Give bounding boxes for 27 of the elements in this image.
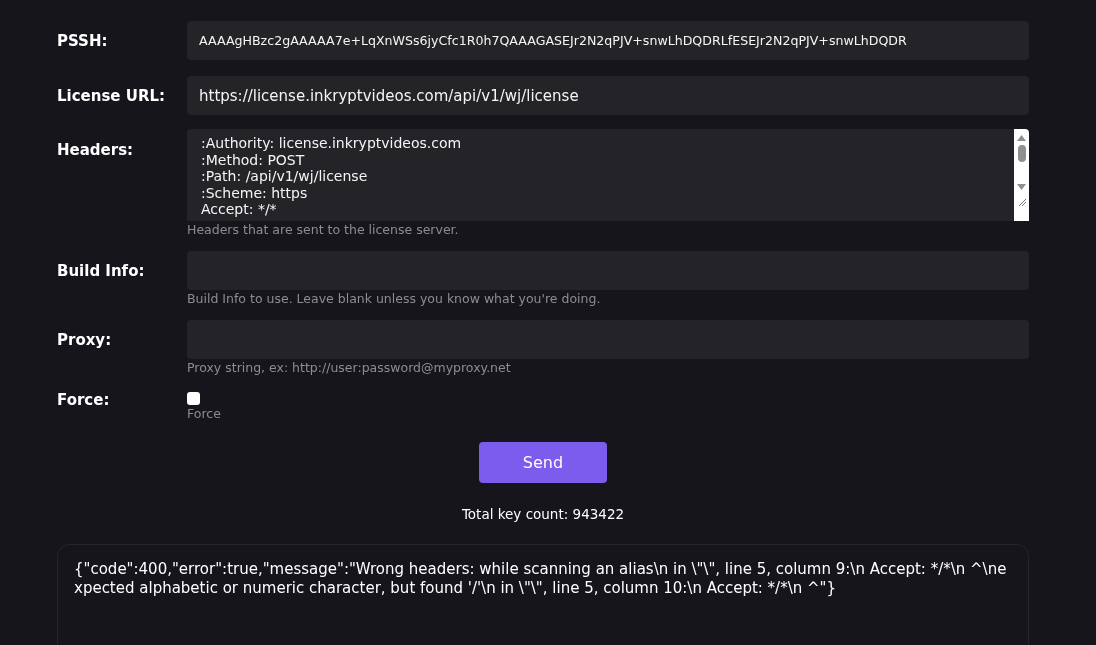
text-field[interactable]: https://license.inkryptvideos.com/api/v1/wj/license [187, 76, 1029, 115]
scrollbar-thumb[interactable] [1017, 145, 1026, 162]
scrollbar[interactable] [1014, 129, 1029, 221]
resize-handle-icon[interactable] [1017, 198, 1026, 206]
field-label: Force: [57, 390, 111, 411]
field-hint: Proxy string, ex: http://user:password@myproxy.net [187, 360, 512, 375]
scroll-up-icon[interactable] [1017, 135, 1026, 141]
field-hint: Build Info to use. Leave blank unless you know what you're doing. [187, 291, 602, 306]
key-count: Total key count: 943422 [461, 505, 625, 524]
field-hint: Headers that are sent to the license server. [187, 222, 460, 237]
field-label: Proxy: [57, 330, 113, 351]
header-line: :Scheme: https [201, 184, 308, 201]
force-checkbox[interactable] [187, 392, 200, 405]
field-label: Build Info: [57, 261, 146, 282]
field-label: Headers: [57, 140, 135, 161]
header-line: :Path: /api/v1/wj/license [201, 168, 368, 185]
headers-textarea[interactable]: :Authority: license.inkryptvideos.com :Method: POST :Path: /api/v1/wj/license :Scheme: https Accept: */* [187, 129, 1029, 221]
field-label: PSSH: [57, 31, 109, 52]
header-line: :Method: POST [201, 151, 305, 168]
scroll-down-icon[interactable] [1017, 184, 1026, 190]
header-line: :Authority: license.inkryptvideos.com [201, 135, 462, 152]
field-label: License URL: [57, 86, 167, 107]
text-field[interactable]: AAAAgHBzc2gAAAAA7e+LqXnWSs6jyCfc1R0h7QAAAGASEJr2N2qPJV+snwLhDQDRLfESEJr2N2qPJV+snwLhDQDR [187, 21, 1029, 60]
header-line: Accept: */* [201, 201, 277, 218]
field-hint: Force [187, 406, 221, 421]
send-button[interactable]: Send [479, 442, 607, 483]
response-text: {"code":400,"error":true,"message":"Wrong headers: while scanning an alias\n in \"\", line 5, column 9:\n Accept: */*\n ^\nexpected alphabetic or numeric character, but found '/'\n in \"\", line 5, column 10:\n Accept: */*\n ^"} [74, 560, 1008, 599]
